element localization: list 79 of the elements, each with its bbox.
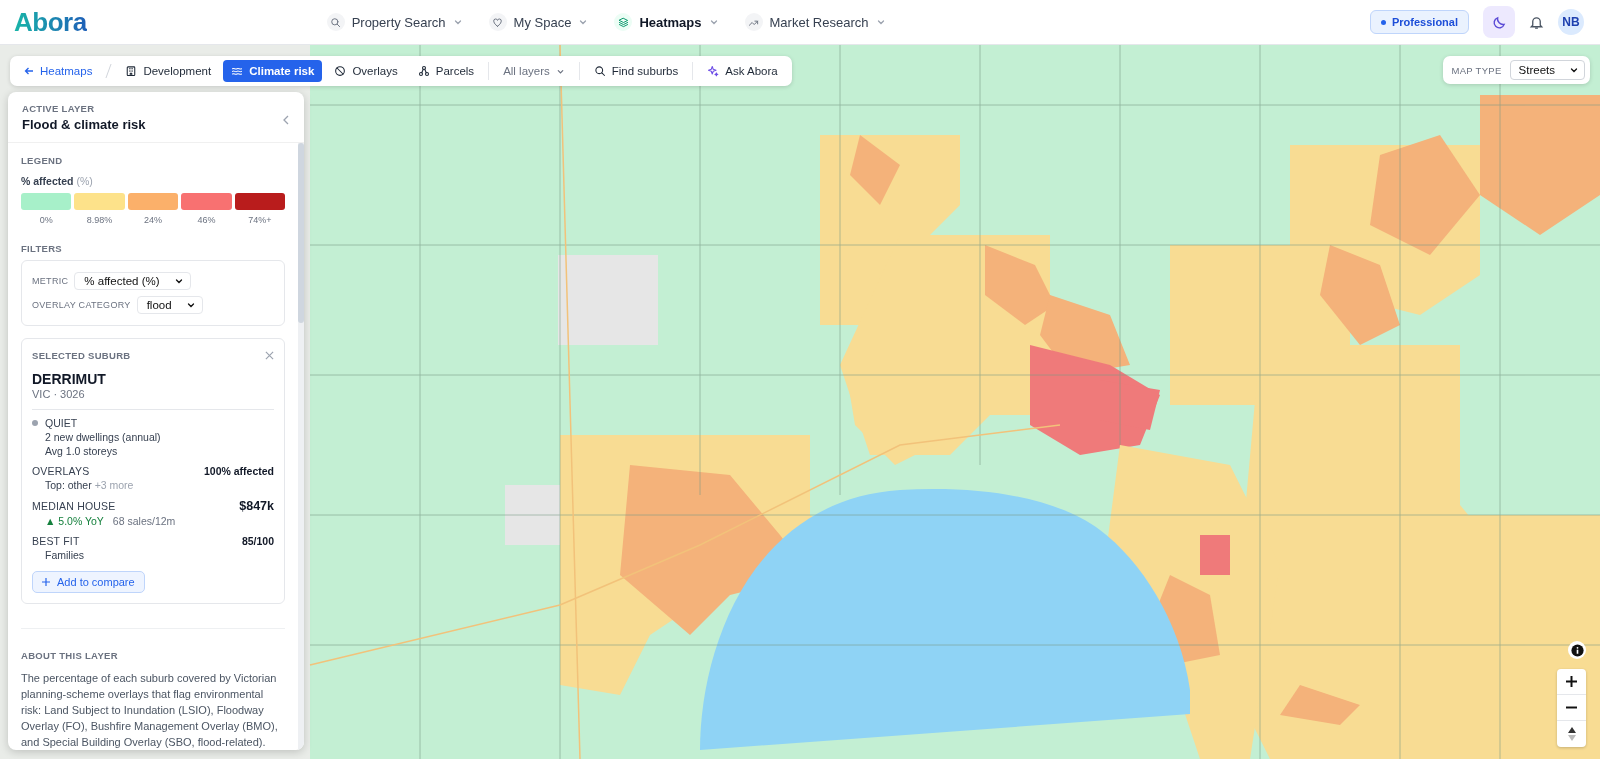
chevron-down-icon xyxy=(452,17,463,27)
compass-icon xyxy=(1567,727,1576,741)
plus-icon xyxy=(1566,676,1577,687)
section-label: LEGEND xyxy=(21,155,64,166)
chevron-down-icon xyxy=(708,17,719,27)
stat-label: OVERLAYS xyxy=(32,465,90,477)
stat-detail: 68 sales/12m xyxy=(112,515,176,527)
notifications-button[interactable] xyxy=(1529,14,1544,30)
legend-label: 74%+ xyxy=(247,215,273,225)
theme-toggle-button[interactable] xyxy=(1483,6,1515,38)
section-label: FILTERS xyxy=(21,243,63,254)
chevron-down-icon xyxy=(1569,65,1579,75)
minus-icon xyxy=(1566,706,1577,709)
close-icon xyxy=(265,351,274,360)
layer-tab[interactable]: Overlays xyxy=(326,60,406,82)
trend-value: ▲ 5.0% YoY xyxy=(45,515,104,527)
filter-select[interactable]: % affected (%) xyxy=(74,272,191,290)
nav-menu-item[interactable]: Market Research xyxy=(734,7,896,37)
layer-description: The percentage of each suburb covered by Victorian planning-scheme overlays that flag environmental risk: Land Subject to Inundation (LSIO), Floodway Overlay (FO), Bushfire Management Overlay (BMO), and Special Building Overlay (SBO, flood-related). xyxy=(21,671,279,750)
chevron-down-icon xyxy=(875,17,886,27)
layer-tab[interactable]: Parcels xyxy=(409,60,483,82)
nav-menu-item[interactable]: Property Search xyxy=(316,7,473,37)
section-label: ABOUT THIS LAYER xyxy=(21,650,119,661)
status-dot-icon xyxy=(32,420,38,426)
status-detail: Avg 1.0 storeys xyxy=(44,445,119,457)
suburb-name: DERRIMUT xyxy=(32,371,107,387)
layer-tab[interactable]: Development xyxy=(117,60,220,82)
back-link[interactable]: Heatmaps xyxy=(16,60,101,82)
search-icon xyxy=(330,16,342,28)
map-type-label: MAP TYPE xyxy=(1451,64,1502,76)
filter-label: METRIC xyxy=(32,276,69,286)
toolbar-button[interactable]: Ask Abora xyxy=(699,60,786,82)
plan-badge[interactable]: Professional xyxy=(1369,10,1469,34)
layer-tab[interactable]: Climate risk xyxy=(223,60,323,82)
arrow-left-icon xyxy=(24,66,34,76)
info-icon xyxy=(1570,643,1584,657)
scrollbar-thumb[interactable] xyxy=(298,143,304,323)
filter-label: OVERLAY CATEGORY xyxy=(32,300,131,310)
nodes-icon xyxy=(417,65,430,77)
section-label: ACTIVE LAYER xyxy=(22,103,96,114)
stat-label: MEDIAN HOUSE xyxy=(32,500,116,512)
prohibited-icon xyxy=(334,65,347,77)
legend-label: 46% xyxy=(196,215,217,225)
sparkle-icon xyxy=(707,65,720,77)
moon-icon xyxy=(1491,14,1507,30)
heart-icon xyxy=(492,16,504,28)
legend-metric: % affected (%) xyxy=(21,175,94,187)
stat-label: BEST FIT xyxy=(32,535,80,547)
chevron-left-icon xyxy=(282,115,290,125)
chevron-down-icon xyxy=(578,17,589,27)
add-to-compare-button[interactable]: Add to compare xyxy=(32,571,145,593)
suburb-region: VIC · 3026 xyxy=(32,388,86,400)
search-icon xyxy=(593,65,606,77)
section-label: SELECTED SUBURB xyxy=(32,350,131,361)
stat-detail: Top: other +3 more xyxy=(45,479,134,491)
layers-icon xyxy=(617,16,629,28)
bell-icon xyxy=(1529,14,1544,30)
building-icon xyxy=(125,65,138,77)
status-detail: 2 new dwellings (annual) xyxy=(44,431,162,443)
activity-status: QUIET xyxy=(45,417,78,429)
nav-menu-item[interactable]: My Space xyxy=(478,7,599,37)
nav-menu-item[interactable]: Heatmaps xyxy=(604,7,729,37)
legend-label: 0% xyxy=(38,215,54,225)
toolbar-button[interactable]: Find suburbs xyxy=(585,60,687,82)
stat-value: $847k xyxy=(239,499,274,513)
waves-icon xyxy=(231,65,244,77)
legend-label: 24% xyxy=(143,215,163,225)
user-avatar[interactable]: NB xyxy=(1558,9,1584,35)
filter-select[interactable]: flood xyxy=(136,296,203,314)
panel-title: Flood & climate risk xyxy=(22,117,146,132)
layers-dropdown[interactable]: All layers xyxy=(495,60,573,82)
stat-value: 85/100 xyxy=(241,535,274,547)
chevron-down-icon xyxy=(185,300,196,310)
plus-icon xyxy=(42,578,50,586)
map-type-select[interactable]: Streets xyxy=(1509,60,1585,80)
stat-value: 100% affected xyxy=(203,465,274,477)
stat-detail: Families xyxy=(45,549,85,561)
legend-label: 8.98% xyxy=(85,215,114,225)
chevron-down-icon xyxy=(173,276,184,286)
